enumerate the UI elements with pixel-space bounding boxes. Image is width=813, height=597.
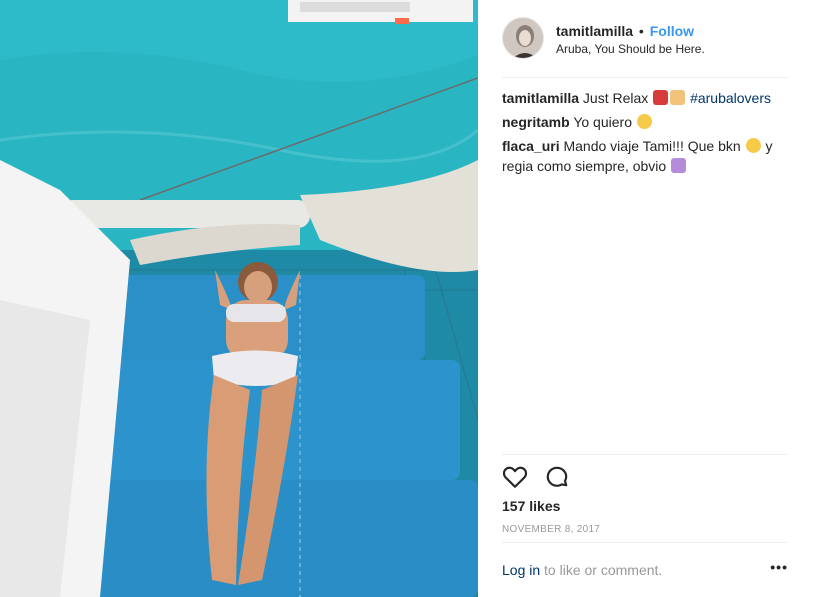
username-row: tamitlamilla • Follow: [556, 22, 705, 40]
comment-item: tamitlamilla Just Relax #arubalovers: [502, 88, 792, 108]
ok-hand-emoji-icon: [670, 90, 686, 105]
heart-eyes-emoji-icon: [636, 114, 652, 129]
more-options-icon[interactable]: •••: [770, 560, 788, 578]
post-sidebar: tamitlamilla • Follow Aruba, You Should …: [478, 0, 813, 597]
post-footer: Log in to like or comment. •••: [502, 560, 788, 578]
post-date: NOVEMBER 8, 2017: [502, 524, 601, 535]
avatar[interactable]: [502, 17, 544, 59]
likes-count[interactable]: 157 likes: [502, 498, 560, 514]
photo-illustration: [0, 0, 478, 597]
post-header: tamitlamilla • Follow Aruba, You Should …: [502, 17, 788, 77]
comment-username[interactable]: flaca_uri: [502, 138, 560, 154]
follow-button[interactable]: Follow: [650, 23, 694, 39]
comment-text: Yo quiero: [573, 114, 632, 130]
post-photo[interactable]: [0, 0, 478, 597]
author-username[interactable]: tamitlamilla: [556, 23, 633, 39]
login-prompt: Log in to like or comment.: [502, 562, 662, 578]
header-text: tamitlamilla • Follow Aruba, You Should …: [556, 17, 705, 56]
hashtag-link[interactable]: #arubalovers: [690, 90, 771, 106]
person-gesturing-emoji-icon: [671, 158, 687, 173]
location-link[interactable]: Aruba, You Should be Here.: [556, 42, 705, 56]
comment-text: Mando viaje Tami!!! Que bkn: [563, 138, 741, 154]
heart-icon[interactable]: [502, 464, 528, 490]
footer-divider: [502, 542, 788, 543]
bikini-emoji-icon: [653, 90, 669, 105]
login-link[interactable]: Log in: [502, 562, 540, 578]
login-suffix: to like or comment.: [544, 562, 663, 578]
comment-item: flaca_uri Mando viaje Tami!!! Que bkn y …: [502, 136, 792, 176]
comment-icon[interactable]: [544, 464, 570, 490]
comments-list: tamitlamilla Just Relax #arubalovers neg…: [502, 88, 792, 180]
comment-username[interactable]: negritamb: [502, 114, 570, 130]
header-divider: [502, 77, 788, 78]
smiling-emoji-icon: [745, 138, 761, 153]
actions-divider: [502, 454, 788, 455]
comment-username[interactable]: tamitlamilla: [502, 90, 579, 106]
separator-dot: •: [638, 23, 644, 39]
action-bar: [502, 464, 570, 490]
comment-item: negritamb Yo quiero: [502, 112, 792, 132]
comment-text: Just Relax: [582, 90, 649, 106]
